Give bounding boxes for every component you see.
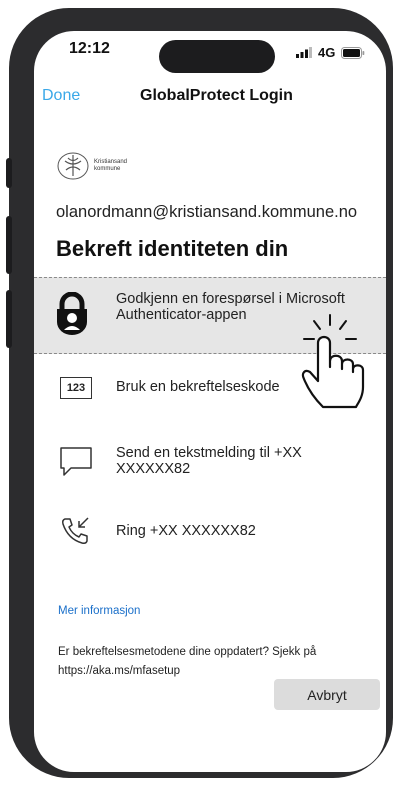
method-call-label: Ring +XX XXXXXX82 [116,523,256,539]
phone-call-icon [62,517,89,544]
status-time: 12:12 [69,40,110,57]
more-info-link[interactable]: Mer informasjon [58,605,140,617]
method-text-message[interactable]: Send en tekstmelding til +XX XXXXXX82 [34,441,386,491]
message-bubble-icon [60,447,92,476]
page-title: GlobalProtect Login [140,87,293,104]
method-authenticator-line1: Godkjenn en forespørsel i Microsoft [116,291,345,307]
silent-switch [6,158,12,188]
battery-icon [341,46,365,59]
org-name-line1: Kristiansand [94,159,128,165]
method-code-label: Bruk en bekreftelseskode [116,379,280,395]
numeric-code-icon: 123 [60,377,92,399]
method-sms-line1: Send en tekstmelding til +XX [116,445,302,461]
method-phone-call[interactable]: Ring +XX XXXXXX82 [34,513,386,553]
volume-down-button [6,290,12,348]
cancel-button[interactable]: Avbryt [274,679,380,710]
status-indicators: 4G [296,45,365,60]
tap-hand-icon [301,314,365,409]
authenticator-lock-icon [57,292,87,335]
coat-of-arms-icon [57,152,89,180]
method-sms-line2: XXXXXX82 [116,461,191,477]
mfa-update-note: Er bekreftelsesmetodene dine oppdatert? … [58,646,317,677]
dynamic-island [159,40,275,73]
volume-up-button [6,216,12,274]
signal-icon [296,47,312,58]
phone-frame: 12:12 4G Done GlobalProtect Login Kristi… [6,8,393,778]
org-name-line2: kommune [94,166,121,172]
account-email: olanordmann@kristiansand.kommune.no [56,203,358,221]
done-button[interactable]: Done [42,87,80,105]
verify-heading: Bekreft identiteten din [56,236,289,261]
screen: 12:12 4G Done GlobalProtect Login Kristi… [34,31,386,772]
network-type: 4G [318,45,336,60]
org-logo: Kristiansand kommune [56,151,127,181]
